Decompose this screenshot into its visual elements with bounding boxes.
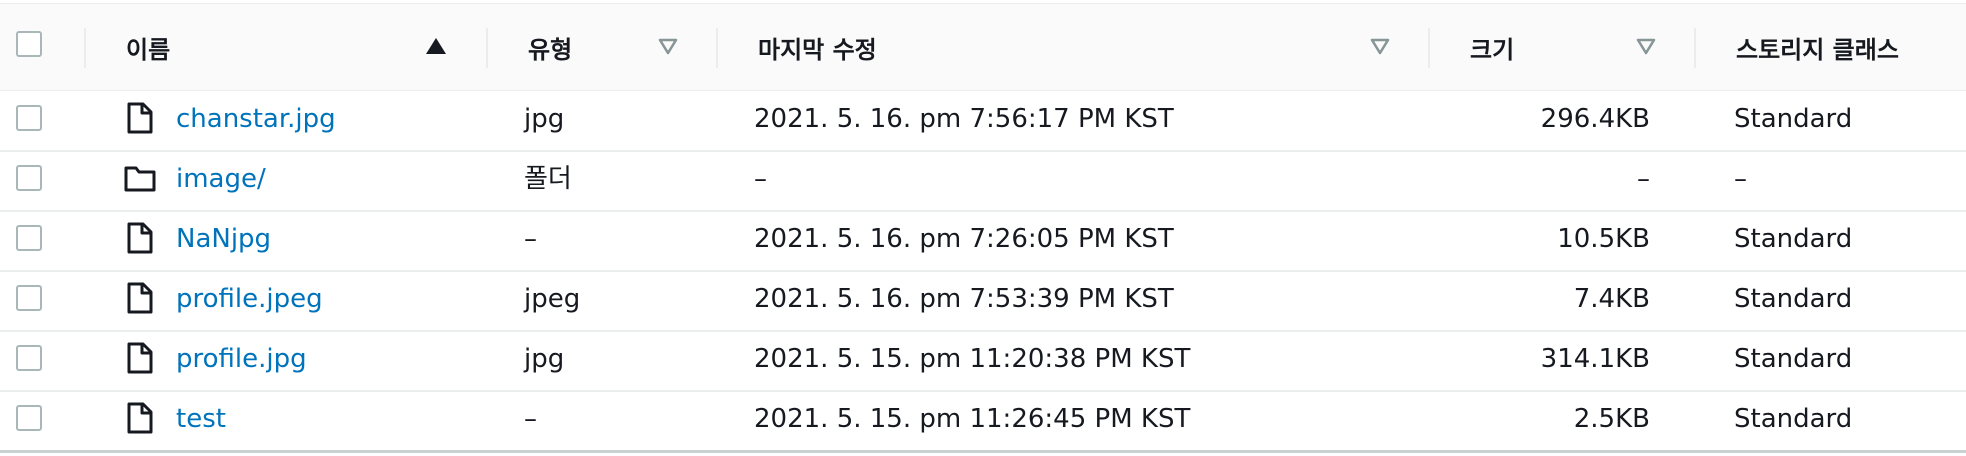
table-row[interactable]: image/ 폴더 – – –: [0, 150, 1966, 212]
column-header-name[interactable]: 이름: [86, 4, 486, 90]
sort-unsorted-icon[interactable]: [1636, 38, 1656, 56]
object-storage-class: –: [1734, 164, 1747, 194]
file-icon: [127, 402, 153, 434]
table-row[interactable]: profile.jpg jpg 2021. 5. 15. pm 11:20:38…: [0, 330, 1966, 392]
column-header-storage-class-label: 스토리지 클래스: [1736, 36, 1899, 64]
row-checkbox[interactable]: [16, 105, 42, 131]
sort-ascending-icon[interactable]: [426, 38, 446, 54]
sort-unsorted-icon[interactable]: [1370, 38, 1390, 56]
column-header-type-label: 유형: [528, 36, 573, 64]
file-icon: [127, 342, 153, 374]
object-storage-class: Standard: [1734, 284, 1853, 314]
table-row[interactable]: chanstar.jpg jpg 2021. 5. 16. pm 7:56:17…: [0, 90, 1966, 152]
object-storage-class: Standard: [1734, 104, 1853, 134]
sort-unsorted-icon[interactable]: [658, 38, 678, 56]
column-header-last-modified-label: 마지막 수정: [758, 36, 877, 64]
objects-table: 이름 유형 마지막 수정 크기 스토리지 클래스 chanstar.jpg jp…: [0, 0, 1966, 456]
object-size: 296.4KB: [1540, 104, 1650, 134]
row-checkbox[interactable]: [16, 225, 42, 251]
row-checkbox[interactable]: [16, 285, 42, 311]
object-name-link[interactable]: profile.jpeg: [176, 270, 323, 328]
object-type: jpeg: [524, 284, 581, 314]
object-size: –: [1637, 164, 1650, 194]
column-header-size[interactable]: 크기: [1430, 4, 1694, 90]
object-last-modified: 2021. 5. 16. pm 7:26:05 PM KST: [754, 224, 1174, 254]
folder-icon: [124, 166, 156, 192]
table-header: 이름 유형 마지막 수정 크기 스토리지 클래스: [0, 3, 1966, 91]
table-bottom-border: [0, 450, 1966, 453]
object-last-modified: 2021. 5. 15. pm 11:26:45 PM KST: [754, 404, 1191, 434]
row-checkbox[interactable]: [16, 405, 42, 431]
object-type: –: [524, 404, 537, 434]
table-row[interactable]: profile.jpeg jpeg 2021. 5. 16. pm 7:53:3…: [0, 270, 1966, 332]
object-last-modified: 2021. 5. 15. pm 11:20:38 PM KST: [754, 344, 1191, 374]
object-size: 7.4KB: [1573, 284, 1650, 314]
object-storage-class: Standard: [1734, 224, 1853, 254]
object-type: 폴더: [524, 164, 572, 194]
select-all-checkbox[interactable]: [16, 31, 42, 57]
object-name-link[interactable]: test: [176, 390, 226, 448]
object-last-modified: –: [754, 164, 767, 194]
file-icon: [127, 102, 153, 134]
column-header-size-label: 크기: [1470, 36, 1515, 64]
table-row[interactable]: test – 2021. 5. 15. pm 11:26:45 PM KST 2…: [0, 390, 1966, 450]
column-header-type[interactable]: 유형: [488, 4, 716, 90]
object-storage-class: Standard: [1734, 404, 1853, 434]
object-size: 314.1KB: [1540, 344, 1650, 374]
object-storage-class: Standard: [1734, 344, 1853, 374]
file-icon: [127, 222, 153, 254]
object-name-link[interactable]: profile.jpg: [176, 330, 307, 388]
object-last-modified: 2021. 5. 16. pm 7:53:39 PM KST: [754, 284, 1174, 314]
column-header-storage-class[interactable]: 스토리지 클래스: [1696, 4, 1966, 90]
file-icon: [127, 282, 153, 314]
column-header-last-modified[interactable]: 마지막 수정: [718, 4, 1428, 90]
column-header-name-label: 이름: [126, 36, 171, 64]
object-last-modified: 2021. 5. 16. pm 7:56:17 PM KST: [754, 104, 1174, 134]
table-row[interactable]: NaNjpg – 2021. 5. 16. pm 7:26:05 PM KST …: [0, 210, 1966, 272]
object-size: 2.5KB: [1573, 404, 1650, 434]
object-name-link[interactable]: image/: [176, 150, 266, 208]
object-type: jpg: [524, 104, 565, 134]
object-name-link[interactable]: chanstar.jpg: [176, 90, 336, 148]
row-checkbox[interactable]: [16, 345, 42, 371]
object-size: 10.5KB: [1557, 224, 1650, 254]
object-name-link[interactable]: NaNjpg: [176, 210, 271, 268]
object-type: jpg: [524, 344, 565, 374]
row-checkbox[interactable]: [16, 165, 42, 191]
object-type: –: [524, 224, 537, 254]
